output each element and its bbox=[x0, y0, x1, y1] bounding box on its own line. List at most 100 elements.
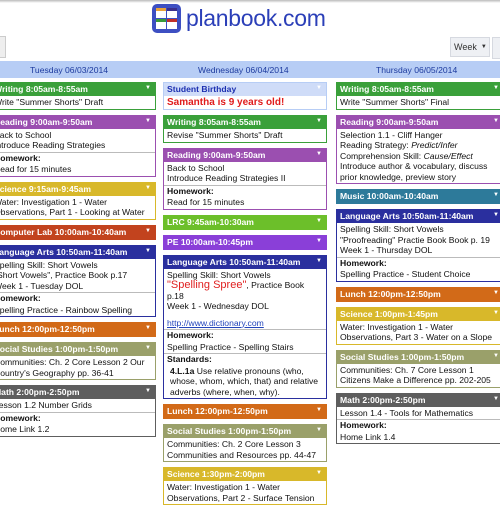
lesson-card-math[interactable]: Math 2:00pm-2:50pm ▼ Lesson 1.4 - Tools … bbox=[336, 392, 500, 444]
lesson-card-science[interactable]: Science 1:30pm-2:00pm ▼ Water: Investiga… bbox=[163, 467, 327, 505]
lesson-card[interactable]: Social Studies 1:00pm-1:50pm ▼ Communities… bbox=[0, 342, 156, 380]
lesson-card-reading[interactable]: Reading 9:00am-9:50am ▼ Selection 1.1 - … bbox=[336, 114, 500, 184]
dropdown-icon[interactable]: ▼ bbox=[316, 116, 322, 127]
lesson-card-social-studies[interactable]: Social Studies 1:00pm-1:50pm ▼ Communiti… bbox=[163, 424, 327, 462]
homework-text: Read for 15 minutes bbox=[167, 197, 245, 207]
lesson-header[interactable]: Science 1:00pm-1:45pm ▼ bbox=[337, 307, 500, 321]
lesson-header[interactable]: Writing 8:05am-8:55am ▼ bbox=[337, 83, 500, 96]
homework-text: Spelling Practice - Spelling Stairs bbox=[167, 341, 294, 352]
lesson-header[interactable]: LRC 9:45am-10:30am ▼ bbox=[164, 215, 326, 229]
lesson-header[interactable]: Language Arts 10:50am-11:40am ▼ bbox=[337, 210, 500, 223]
lesson-card[interactable]: Writing 8:05am-8:55am ▼ Write "Summer Shor… bbox=[0, 82, 156, 110]
lesson-header[interactable]: Computer Lab 10:00am-10:40am ▼ bbox=[0, 225, 155, 239]
lesson-card-social-studies[interactable]: Social Studies 1:00pm-1:50pm ▼ Communiti… bbox=[336, 349, 500, 388]
lesson-card-birthday[interactable]: Student Birthday ▼ Samantha is 9 years o… bbox=[163, 82, 327, 110]
lesson-header[interactable]: Language Arts 10:50am-11:40am ▼ bbox=[164, 255, 326, 269]
lesson-card-lunch[interactable]: Lunch 12:00pm-12:50pm ▼ bbox=[163, 404, 327, 419]
next-button[interactable] bbox=[492, 37, 500, 59]
dropdown-icon[interactable]: ▼ bbox=[493, 210, 499, 221]
lesson-header[interactable]: Lunch 12:00pm-12:50pm ▼ bbox=[337, 287, 500, 301]
lesson-header[interactable]: Science 9:15am-9:45am ▼ bbox=[0, 182, 155, 196]
lesson-header[interactable]: Lunch 12:00pm-12:50pm ▼ bbox=[164, 405, 326, 418]
lesson-header[interactable]: Reading 9:00am-9:50am ▼ bbox=[337, 115, 500, 129]
lesson-card-lrc[interactable]: LRC 9:45am-10:30am ▼ bbox=[163, 214, 327, 230]
dropdown-icon[interactable]: ▼ bbox=[493, 351, 499, 362]
dropdown-icon[interactable]: ▼ bbox=[493, 394, 499, 405]
lesson-header[interactable]: Reading 9:00am-9:50am ▼ bbox=[164, 148, 326, 162]
lesson-title: Social Studies 1:00pm-1:50pm bbox=[340, 351, 465, 362]
lesson-title: Reading 9:00am-9:50am bbox=[0, 116, 93, 127]
lesson-header[interactable]: PE 10:00am-10:45pm ▼ bbox=[164, 235, 326, 249]
dropdown-icon[interactable]: ▼ bbox=[316, 405, 322, 416]
dropdown-icon[interactable]: ▼ bbox=[316, 468, 322, 479]
lesson-card[interactable]: Language Arts 10:50am-11:40am ▼ Spelling S… bbox=[0, 244, 156, 317]
dropdown-icon[interactable]: ▼ bbox=[493, 308, 499, 319]
lesson-card[interactable]: Science 9:15am-9:45am ▼ Water: Investigati… bbox=[0, 181, 156, 220]
day-header-bar: Tuesday 06/03/2014 Wednesday 06/04/2014 … bbox=[0, 61, 500, 78]
day-header-thursday[interactable]: Thursday 06/05/2014 bbox=[376, 65, 457, 75]
dropdown-icon[interactable]: ▼ bbox=[316, 216, 322, 227]
day-header-tuesday[interactable]: Tuesday 06/03/2014 bbox=[30, 65, 108, 75]
lesson-text: Selection 1.1 - Cliff Hanger bbox=[340, 129, 443, 140]
lesson-header[interactable]: Writing 8:05am-8:55am ▼ bbox=[0, 83, 155, 96]
dropdown-icon[interactable]: ▼ bbox=[145, 323, 151, 334]
lesson-card-writing[interactable]: Writing 8:05am-8:55am ▼ Revise "Summer S… bbox=[163, 115, 327, 143]
lesson-card-reading[interactable]: Reading 9:00am-9:50am ▼ Back to School I… bbox=[163, 147, 327, 210]
dropdown-icon[interactable]: ▼ bbox=[145, 83, 151, 94]
dictionary-link[interactable]: http://www.dictionary.com bbox=[167, 318, 323, 329]
dropdown-icon[interactable]: ▼ bbox=[316, 83, 322, 94]
lesson-card-lunch[interactable]: Lunch 12:00pm-12:50pm ▼ bbox=[336, 286, 500, 302]
lesson-header[interactable]: Reading 9:00am-9:50am ▼ bbox=[0, 115, 155, 129]
planbook-logo[interactable]: planbook.com bbox=[152, 4, 326, 33]
lesson-card-language-arts[interactable]: Language Arts 10:50am-11:40am ▼ Spelling… bbox=[336, 209, 500, 282]
lesson-card[interactable]: Lunch 12:00pm-12:50pm ▼ bbox=[0, 322, 156, 337]
dropdown-icon[interactable]: ▼ bbox=[145, 246, 151, 257]
lesson-card[interactable]: Reading 9:00am-9:50am ▼ Back to SchoolIntr… bbox=[0, 114, 156, 177]
homework-label: Homework: bbox=[0, 152, 41, 163]
lesson-title: Social Studies 1:00pm-1:50pm bbox=[0, 344, 119, 354]
lesson-card[interactable]: Computer Lab 10:00am-10:40am ▼ bbox=[0, 224, 156, 240]
dropdown-icon[interactable]: ▼ bbox=[316, 149, 322, 160]
dropdown-icon[interactable]: ▼ bbox=[493, 190, 499, 201]
dropdown-icon[interactable]: ▼ bbox=[493, 288, 499, 299]
lesson-header[interactable]: Music 10:00am-10:40am ▼ bbox=[337, 190, 500, 203]
lesson-card-writing[interactable]: Writing 8:05am-8:55am ▼ Write "Summer Sh… bbox=[336, 82, 500, 110]
dropdown-icon[interactable]: ▼ bbox=[316, 256, 322, 267]
homework-text: Spelling Practice - Student Choice bbox=[340, 269, 471, 279]
dropdown-icon[interactable]: ▼ bbox=[493, 83, 499, 94]
lesson-card[interactable]: Math 2:00pm-2:50pm ▼ Lesson 1.2 Number Gri… bbox=[0, 385, 156, 437]
lesson-text: Spelling Skill: Short Vowels bbox=[0, 259, 98, 270]
dropdown-icon[interactable]: ▼ bbox=[145, 116, 151, 127]
lesson-header[interactable]: Language Arts 10:50am-11:40am ▼ bbox=[0, 245, 155, 259]
dropdown-icon[interactable]: ▼ bbox=[493, 116, 499, 127]
lesson-header[interactable]: Student Birthday ▼ bbox=[164, 83, 326, 96]
lesson-text: Introduce Reading Strategies bbox=[0, 140, 106, 150]
lesson-header[interactable]: Math 2:00pm-2:50pm ▼ bbox=[0, 386, 155, 399]
lesson-card-pe[interactable]: PE 10:00am-10:45pm ▼ bbox=[163, 234, 327, 250]
lesson-card-science[interactable]: Science 1:00pm-1:45pm ▼ Water: Investiga… bbox=[336, 306, 500, 345]
lesson-header[interactable]: Social Studies 1:00pm-1:50pm ▼ bbox=[337, 350, 500, 364]
day-header-wednesday[interactable]: Wednesday 06/04/2014 bbox=[198, 65, 289, 75]
view-select-dropdown[interactable]: Week ▼ bbox=[450, 37, 490, 57]
lesson-card-music[interactable]: Music 10:00am-10:40am ▼ bbox=[336, 189, 500, 204]
lesson-header[interactable]: Science 1:30pm-2:00pm ▼ bbox=[164, 468, 326, 481]
lesson-title: Music 10:00am-10:40am bbox=[340, 191, 439, 201]
lesson-title: Social Studies 1:00pm-1:50pm bbox=[167, 426, 292, 436]
lesson-header[interactable]: Writing 8:05am-8:55am ▼ bbox=[164, 116, 326, 129]
homework-label: Homework: bbox=[167, 330, 214, 340]
dropdown-icon[interactable]: ▼ bbox=[145, 343, 151, 354]
lesson-title: Reading 9:00am-9:50am bbox=[340, 116, 439, 127]
lesson-header[interactable]: Math 2:00pm-2:50pm ▼ bbox=[337, 393, 500, 407]
dropdown-icon[interactable]: ▼ bbox=[145, 226, 151, 237]
lesson-header[interactable]: Social Studies 1:00pm-1:50pm ▼ bbox=[0, 343, 155, 356]
lesson-card-language-arts[interactable]: Language Arts 10:50am-11:40am ▼ Spelling… bbox=[163, 254, 327, 399]
left-dropdown-button[interactable] bbox=[0, 36, 6, 58]
dropdown-icon[interactable]: ▼ bbox=[145, 183, 151, 194]
lesson-header[interactable]: Lunch 12:00pm-12:50pm ▼ bbox=[0, 323, 155, 336]
dropdown-icon[interactable]: ▼ bbox=[145, 386, 151, 397]
dropdown-icon[interactable]: ▼ bbox=[316, 425, 322, 436]
lesson-header[interactable]: Social Studies 1:00pm-1:50pm ▼ bbox=[164, 425, 326, 438]
dropdown-icon[interactable]: ▼ bbox=[316, 236, 322, 247]
lesson-title: Reading 9:00am-9:50am bbox=[167, 149, 266, 160]
lesson-title: Lunch 12:00pm-12:50pm bbox=[340, 288, 441, 299]
